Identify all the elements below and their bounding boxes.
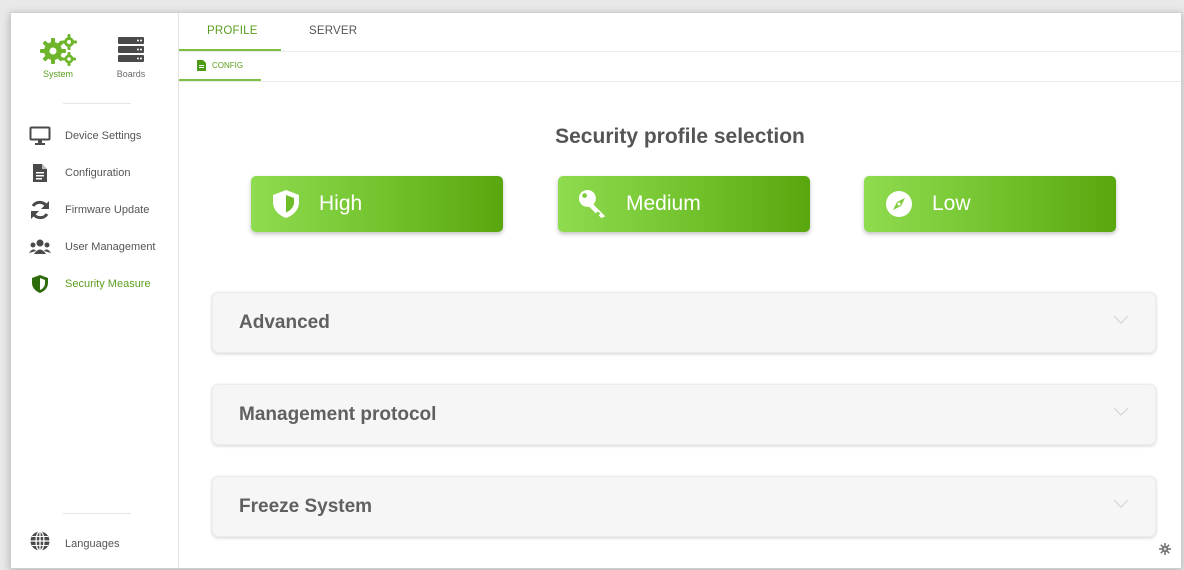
tab-profile[interactable]: PROFILE <box>207 25 258 37</box>
sidebar-item-configuration[interactable]: Configuration <box>11 154 178 191</box>
app-boards-label: Boards <box>116 69 146 79</box>
accordion-title: Freeze System <box>239 496 373 517</box>
monitor-icon <box>29 125 51 147</box>
sidebar-item-label: Configuration <box>65 166 131 179</box>
divider <box>63 513 131 514</box>
tab-bar: PROFILE SERVER <box>179 13 1181 52</box>
languages-button[interactable]: Languages <box>29 530 119 557</box>
file-icon <box>29 162 51 184</box>
gears-icon <box>40 34 77 66</box>
subtab-bar: CONFIG <box>179 52 1181 82</box>
profile-medium-button[interactable]: Medium <box>558 176 810 232</box>
profile-medium-label: Medium <box>626 192 701 215</box>
subtab-config-label: CONFIG <box>212 61 244 70</box>
chevron-down-icon <box>1113 315 1129 324</box>
app-switcher: System Boards <box>11 33 178 93</box>
chevron-down-icon <box>1113 499 1129 508</box>
sidebar-item-firmware-update[interactable]: Firmware Update <box>11 191 178 228</box>
main-content: PROFILE SERVER CONFIG Security profile s… <box>179 13 1181 568</box>
app-window: System Boards Device Settings Configurat… <box>10 12 1182 569</box>
shield-icon <box>29 273 51 295</box>
sidebar: System Boards Device Settings Configurat… <box>11 13 179 568</box>
accordion-management-protocol[interactable]: Management protocol <box>212 384 1156 445</box>
sidebar-item-label: Firmware Update <box>65 203 150 216</box>
compass-icon <box>884 189 914 219</box>
file-icon <box>197 60 206 71</box>
sidebar-item-label: Security Measure <box>65 277 151 290</box>
subtab-config[interactable]: CONFIG <box>197 60 243 71</box>
app-system-label: System <box>42 69 73 79</box>
users-icon <box>29 236 51 258</box>
active-subtab-indicator <box>179 79 261 81</box>
page-title: Security profile selection <box>555 125 805 148</box>
sidebar-item-label: Device Settings <box>65 129 142 142</box>
tab-server[interactable]: SERVER <box>309 25 357 37</box>
key-icon <box>578 189 608 219</box>
profile-low-button[interactable]: Low <box>864 176 1116 232</box>
languages-label: Languages <box>65 537 120 550</box>
profile-low-label: Low <box>932 192 971 215</box>
sidebar-nav: Device Settings Configuration Firmware U… <box>11 117 178 302</box>
refresh-icon <box>29 199 51 221</box>
chevron-down-icon <box>1113 407 1129 416</box>
accordion-title: Management protocol <box>239 404 437 425</box>
sidebar-item-label: User Management <box>65 240 156 253</box>
accordion-title: Advanced <box>239 312 330 333</box>
sidebar-item-user-management[interactable]: User Management <box>11 228 178 265</box>
profile-high-button[interactable]: High <box>251 176 503 232</box>
accordion-advanced[interactable]: Advanced <box>212 292 1156 353</box>
active-tab-indicator <box>179 49 281 51</box>
divider <box>63 103 131 104</box>
sidebar-item-device-settings[interactable]: Device Settings <box>11 117 178 154</box>
shield-icon <box>271 189 301 219</box>
accordion-freeze-system[interactable]: Freeze System <box>212 476 1156 537</box>
app-boards[interactable]: Boards <box>101 33 161 79</box>
profile-high-label: High <box>319 192 363 215</box>
settings-gear-icon[interactable] <box>1159 543 1171 555</box>
app-system[interactable]: System <box>28 33 88 79</box>
globe-icon <box>29 530 51 557</box>
server-icon <box>118 37 144 62</box>
sidebar-item-security-measure[interactable]: Security Measure <box>11 265 178 302</box>
